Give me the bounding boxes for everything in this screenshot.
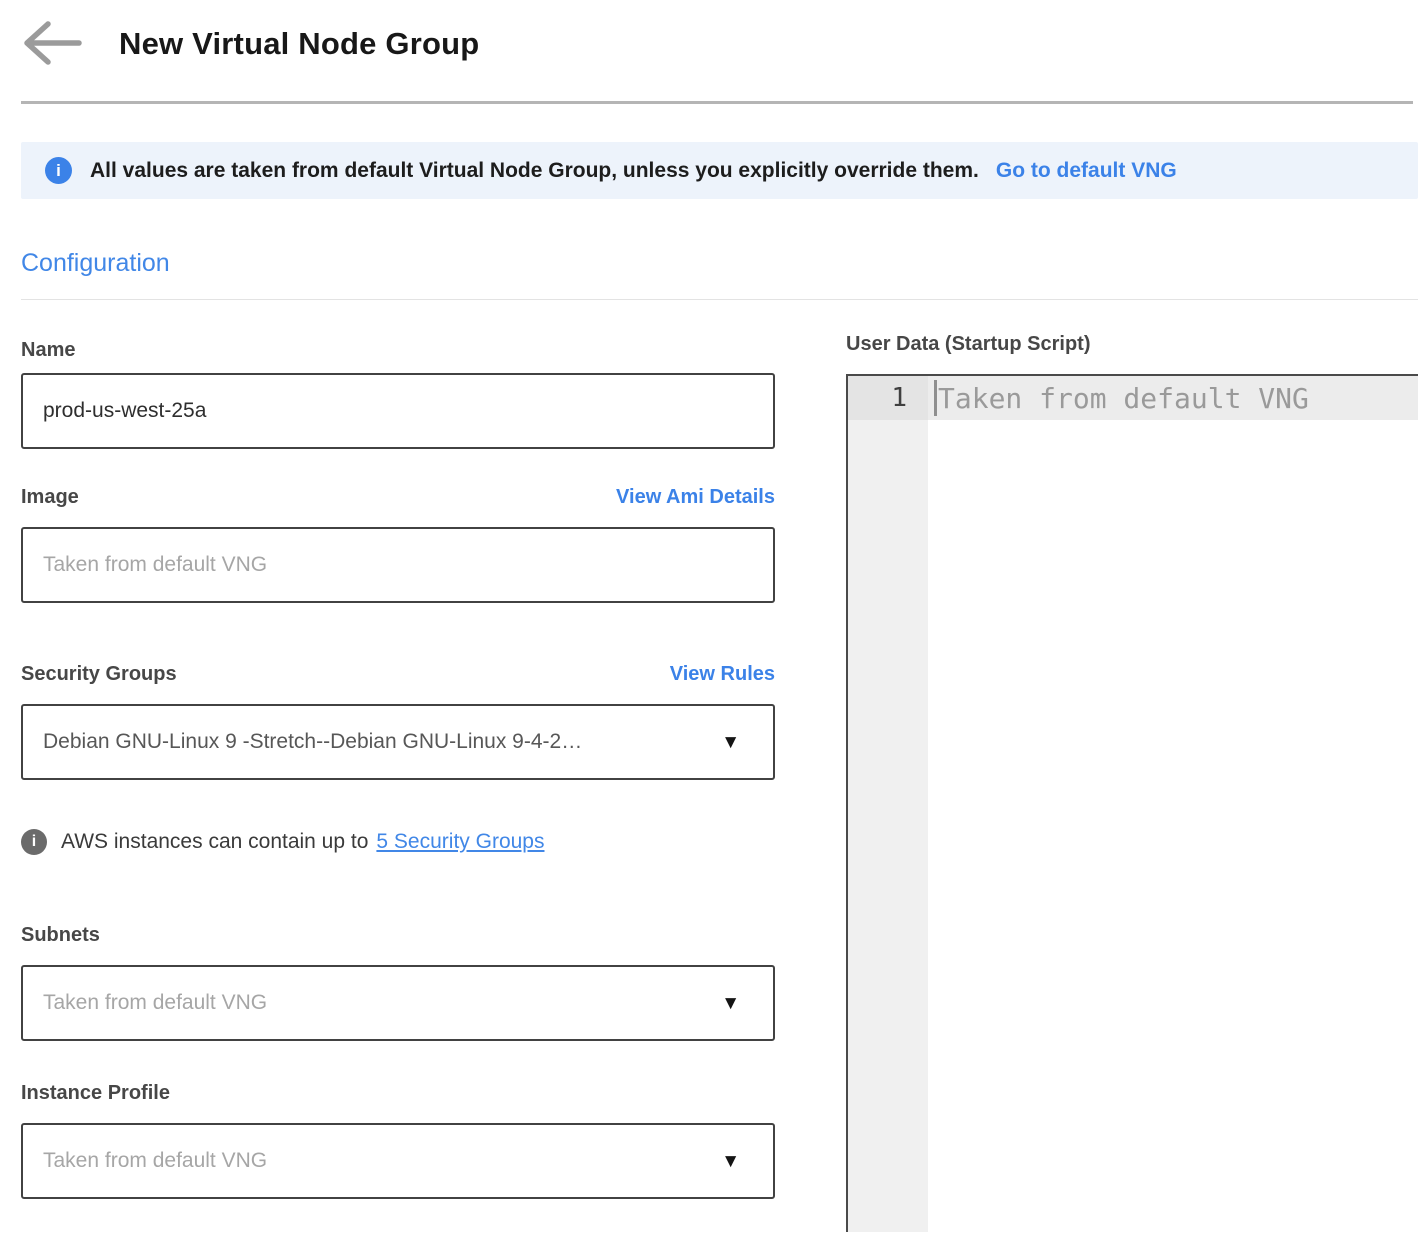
security-groups-label-row: Security Groups View Rules <box>21 663 775 686</box>
security-groups-dropdown[interactable]: Debian GNU-Linux 9 -Stretch--Debian GNU-… <box>21 704 775 780</box>
page-header: New Virtual Node Group <box>0 0 1418 68</box>
security-groups-note: i AWS instances can contain up to 5 Secu… <box>21 829 775 855</box>
instance-profile-label: Instance Profile <box>21 1082 775 1105</box>
user-data-label: User Data (Startup Script) <box>846 333 1418 356</box>
info-icon: i <box>45 157 72 184</box>
info-icon: i <box>21 829 47 855</box>
security-groups-label: Security Groups <box>21 663 177 686</box>
editor-line-number: 1 <box>848 376 928 420</box>
instance-profile-placeholder: Taken from default VNG <box>43 1149 707 1173</box>
info-banner: i All values are taken from default Virt… <box>21 142 1418 199</box>
subnets-placeholder: Taken from default VNG <box>43 991 707 1015</box>
editor-gutter <box>848 420 928 1232</box>
form-left-column: Name Image View Ami Details Security Gro… <box>21 300 775 1199</box>
chevron-down-icon: ▼ <box>721 733 740 752</box>
banner-text: All values are taken from default Virtua… <box>90 159 979 183</box>
image-label-row: Image View Ami Details <box>21 486 775 509</box>
editor-body[interactable] <box>928 420 1418 1232</box>
subnets-dropdown[interactable]: Taken from default VNG ▼ <box>21 965 775 1041</box>
back-button[interactable] <box>21 20 85 68</box>
back-arrow-icon <box>21 20 83 69</box>
configuration-section-title: Configuration <box>21 249 1418 278</box>
name-input[interactable] <box>21 373 775 449</box>
user-data-column: User Data (Startup Script) 1 Taken from … <box>846 300 1418 1232</box>
subnets-label: Subnets <box>21 924 775 947</box>
editor-placeholder: Taken from default VNG <box>938 382 1309 415</box>
configuration-form: Name Image View Ami Details Security Gro… <box>21 300 1418 1232</box>
go-to-default-vng-link[interactable]: Go to default VNG <box>996 159 1177 183</box>
note-text: AWS instances can contain up to <box>61 830 368 854</box>
instance-profile-dropdown[interactable]: Taken from default VNG ▼ <box>21 1123 775 1199</box>
five-security-groups-link[interactable]: 5 Security Groups <box>376 830 544 854</box>
view-ami-details-link[interactable]: View Ami Details <box>616 486 775 509</box>
image-input[interactable] <box>21 527 775 603</box>
view-rules-link[interactable]: View Rules <box>670 663 775 686</box>
chevron-down-icon: ▼ <box>721 1152 740 1171</box>
image-label: Image <box>21 486 79 509</box>
name-label: Name <box>21 339 775 362</box>
user-data-editor[interactable]: 1 Taken from default VNG <box>846 374 1418 1232</box>
text-cursor <box>934 380 937 416</box>
page-title: New Virtual Node Group <box>119 26 479 62</box>
chevron-down-icon: ▼ <box>721 994 740 1013</box>
header-divider <box>21 101 1413 104</box>
security-groups-value: Debian GNU-Linux 9 -Stretch--Debian GNU-… <box>43 730 707 754</box>
editor-active-line[interactable]: Taken from default VNG <box>928 376 1418 420</box>
